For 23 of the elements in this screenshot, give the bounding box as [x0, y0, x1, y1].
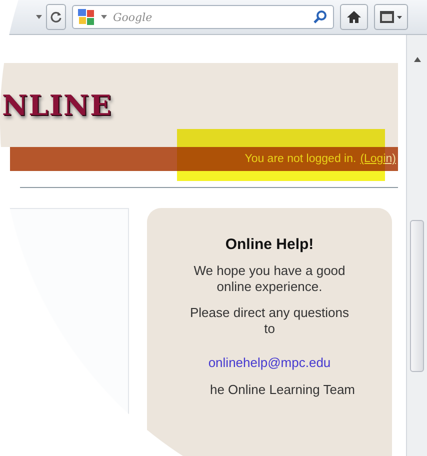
- login-status: You are not logged in.: [244, 153, 356, 165]
- home-button[interactable]: [340, 4, 368, 30]
- window-icon[interactable]: [379, 10, 403, 24]
- bookmarks-button[interactable]: [374, 4, 408, 30]
- search-icon[interactable]: [313, 10, 327, 24]
- help-signature: he Online Learning Team: [210, 382, 356, 397]
- scroll-thumb[interactable]: [410, 220, 424, 372]
- reload-button[interactable]: [46, 4, 66, 30]
- help-text: We hope you have a good online experience.: [192, 263, 346, 295]
- search-input[interactable]: Google: [111, 10, 309, 24]
- search-field[interactable]: Google: [72, 5, 334, 29]
- dropdown-icon[interactable]: [36, 15, 42, 19]
- scrollbar[interactable]: [406, 35, 427, 456]
- google-logo-icon[interactable]: [77, 8, 97, 26]
- site-logo: NLINE: [2, 88, 112, 122]
- scroll-up-icon[interactable]: [414, 57, 420, 62]
- dropdown-icon[interactable]: [101, 15, 107, 19]
- home-icon[interactable]: [346, 10, 362, 24]
- login-link[interactable]: (Login): [360, 153, 396, 165]
- help-text: Please direct any questions to: [189, 305, 350, 337]
- help-title: Online Help!: [225, 236, 314, 253]
- reload-icon[interactable]: [50, 11, 62, 23]
- email-link[interactable]: onlinehelp@mpc.edu: [208, 355, 331, 370]
